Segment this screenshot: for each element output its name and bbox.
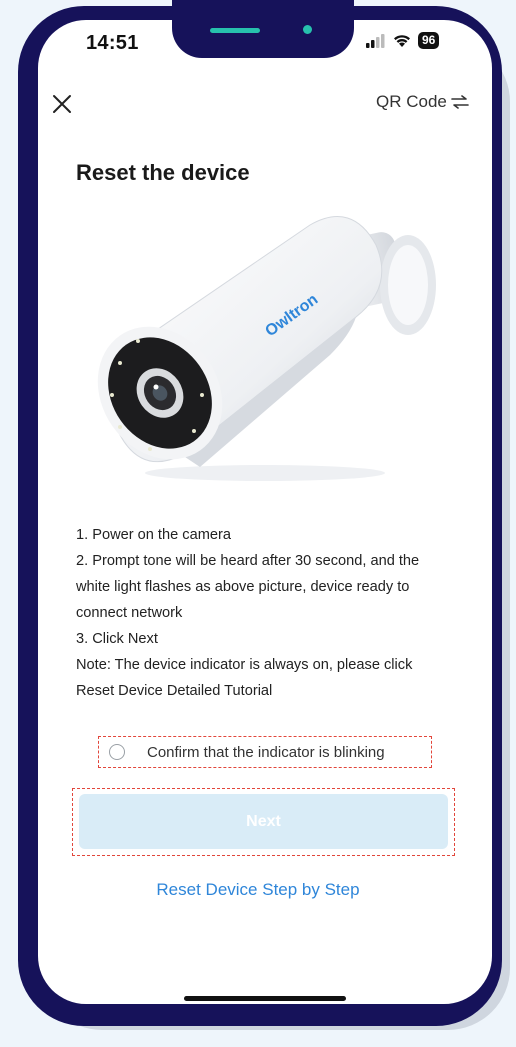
instruction-line: 3. Click Next — [76, 631, 158, 647]
notch-speaker-bar — [210, 28, 260, 33]
camera-image: Owltron — [97, 216, 436, 481]
wifi-icon — [394, 35, 410, 47]
qr-code-switch[interactable]: QR Code — [376, 92, 469, 112]
instruction-line: 1. Power on the camera — [76, 527, 231, 543]
swap-arrows-icon — [451, 95, 469, 109]
notch — [172, 0, 354, 58]
status-icons: 96 — [366, 32, 440, 49]
close-icon[interactable] — [50, 92, 74, 116]
reset-step-by-step-link[interactable]: Reset Device Step by Step — [0, 880, 516, 900]
confirm-indicator-checkbox[interactable]: Confirm that the indicator is blinking — [98, 736, 432, 768]
instruction-line: Reset Device Detailed Tutorial — [76, 683, 273, 699]
radio-button[interactable] — [109, 744, 125, 760]
next-button-highlight: Next — [72, 788, 455, 856]
instructions: 1. Power on the camera 2. Prompt tone wi… — [76, 522, 456, 704]
notch-camera-dot — [303, 25, 312, 34]
signal-icon — [366, 33, 385, 48]
status-time: 14:51 — [86, 32, 139, 54]
instruction-line: connect network — [76, 605, 183, 621]
next-button[interactable]: Next — [79, 794, 448, 849]
page-title: Reset the device — [76, 160, 250, 185]
battery-indicator: 96 — [418, 32, 440, 49]
qr-code-label: QR Code — [376, 92, 447, 111]
confirm-label: Confirm that the indicator is blinking — [147, 743, 385, 761]
instruction-line: Note: The device indicator is always on,… — [76, 657, 413, 673]
instruction-line: white light flashes as above picture, de… — [76, 579, 410, 595]
instruction-line: 2. Prompt tone will be heard after 30 se… — [76, 553, 420, 569]
home-indicator[interactable] — [184, 996, 346, 1001]
